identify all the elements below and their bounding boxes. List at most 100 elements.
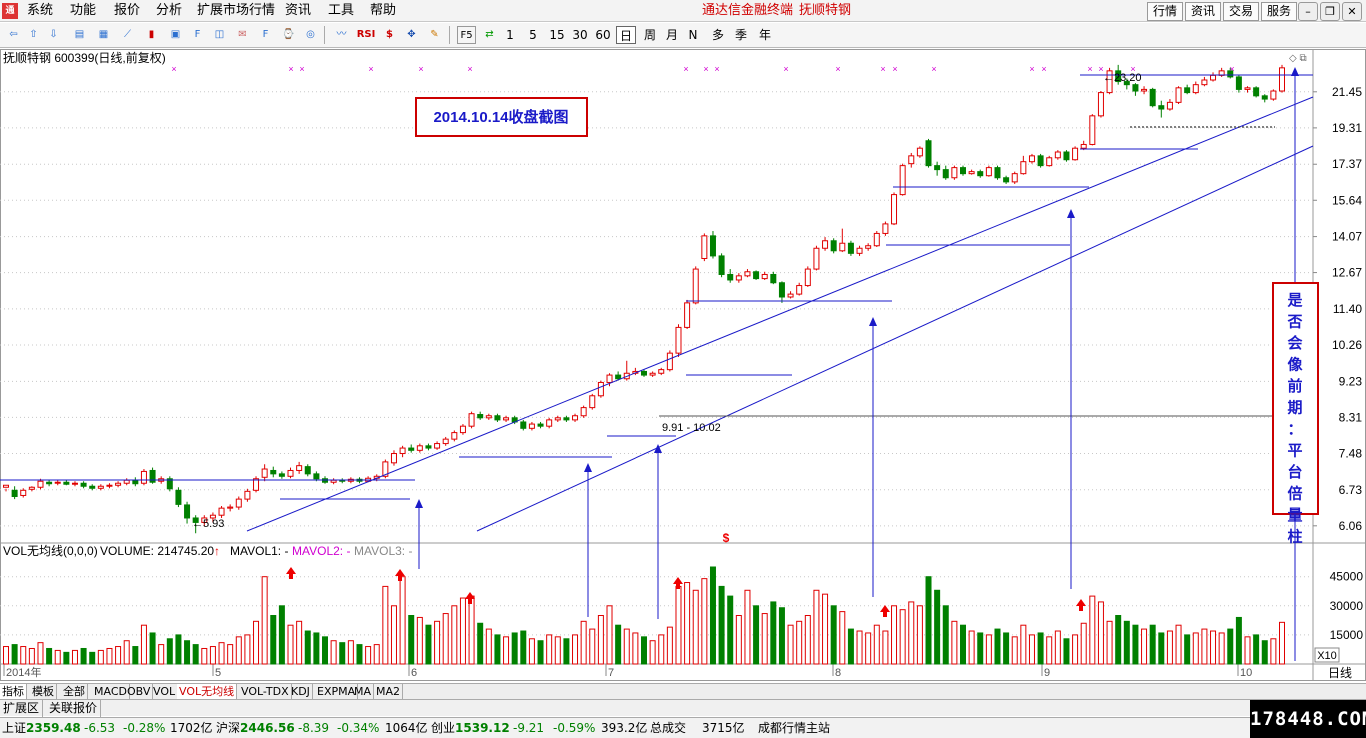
candle-body[interactable] [934,165,941,171]
volume-bar[interactable] [511,632,518,665]
volume-bar[interactable] [459,597,466,665]
period-5min[interactable]: 5 [526,26,540,44]
menu-quote[interactable]: 报价 [114,4,140,18]
volume-bar[interactable] [839,611,846,665]
clock-icon[interactable]: ⌚ [279,26,298,44]
candle-body[interactable] [218,507,225,516]
candle-body[interactable] [804,268,811,287]
menu-system[interactable]: 系统 [27,4,53,18]
candle-body[interactable] [813,247,820,270]
volume-bar[interactable] [304,630,311,665]
candle-body[interactable] [701,235,708,260]
volume-bar[interactable] [356,644,363,665]
line-chart-icon[interactable]: ⟋ [118,26,137,44]
service-button[interactable]: 服务 [1261,2,1297,21]
volume-bar[interactable] [494,634,501,665]
volume-bar[interactable] [434,620,441,665]
info-button[interactable]: 资讯 [1185,2,1221,21]
candle-body[interactable] [132,479,139,485]
volume-bar[interactable] [123,640,130,665]
volume-bar[interactable] [951,620,958,665]
candle-body[interactable] [960,167,966,175]
candle-body[interactable] [951,167,958,179]
sz-index[interactable]: 沪深2446.56 [216,718,295,738]
volume-bar[interactable] [744,589,751,665]
candle-body[interactable] [778,282,785,298]
candle-body[interactable] [563,417,570,421]
candle-body[interactable] [416,445,423,451]
candle-body[interactable] [1166,101,1173,110]
candle-body[interactable] [20,489,27,496]
candle-body[interactable] [408,447,415,451]
candle-body[interactable] [97,485,104,489]
volume-bar[interactable] [770,601,777,665]
candle-body[interactable] [184,504,191,519]
candle-body[interactable] [1210,74,1217,81]
volume-bar[interactable] [977,632,984,665]
candle-body[interactable] [313,473,320,480]
candle-body[interactable] [839,242,846,252]
candle-body[interactable] [856,247,863,254]
volume-bar[interactable] [1244,636,1251,665]
volume-bar[interactable] [1089,595,1096,665]
volume-bar[interactable] [390,605,397,665]
volume-bar[interactable] [365,646,372,665]
volume-bar[interactable] [632,632,639,665]
volume-bar[interactable] [278,605,285,665]
candle-body[interactable] [3,484,9,488]
tab-extension-area[interactable]: 扩展区 [0,700,44,717]
volume-bar[interactable] [649,640,656,665]
f10-icon[interactable]: F [188,26,207,44]
sh-index[interactable]: 上证2359.48 [2,718,81,738]
volume-bar[interactable] [968,630,975,665]
candle-body[interactable] [692,268,699,304]
volume-bar[interactable] [856,630,863,665]
volume-bar[interactable] [994,628,1001,665]
menu-help[interactable]: 帮助 [370,4,396,18]
candle-body[interactable] [589,395,596,409]
move-icon[interactable]: ✥ [402,26,421,44]
volume-bar[interactable] [1106,620,1113,665]
volume-bar[interactable] [1270,638,1277,665]
candle-body[interactable] [520,421,527,429]
candle-body[interactable] [261,468,268,478]
period-quarter[interactable]: 季 [732,26,750,44]
candle-icon[interactable]: ▮ [142,26,161,44]
volume-bar[interactable] [1166,630,1173,665]
quote-button[interactable]: 行情 [1147,2,1183,21]
volume-bar[interactable] [451,605,458,665]
volume-bar[interactable] [97,649,104,665]
doc-icon[interactable]: ✉ [233,26,252,44]
candle-body[interactable] [597,381,604,397]
candle-body[interactable] [1149,88,1156,107]
volume-bar[interactable] [916,605,923,665]
candle-body[interactable] [770,273,777,284]
period-60min[interactable]: 60 [594,26,612,44]
volume-bar[interactable] [347,640,354,665]
volume-bar[interactable] [778,607,785,665]
candle-body[interactable] [278,473,285,477]
volume-bar[interactable] [520,630,527,665]
candle-body[interactable] [1046,157,1053,167]
volume-bar[interactable] [658,634,665,665]
volume-bar[interactable] [1235,616,1242,665]
f5-icon[interactable]: F5 [457,26,476,44]
candle-body[interactable] [830,240,837,252]
candle-body[interactable] [106,484,113,487]
volume-bar[interactable] [1227,628,1234,665]
minimize-icon[interactable]: – [1298,2,1318,21]
volume-bar[interactable] [985,634,992,665]
candle-body[interactable] [1063,151,1070,161]
candle-body[interactable] [796,285,803,295]
candle-body[interactable] [649,372,656,376]
volume-bar[interactable] [71,649,78,665]
candle-body[interactable] [1132,84,1139,92]
volume-bar[interactable] [701,578,708,665]
volume-bar[interactable] [1149,624,1156,665]
volume-bar[interactable] [115,646,122,665]
pencil-icon[interactable]: ✎ [425,26,444,44]
candle-body[interactable] [1175,87,1182,103]
candle-body[interactable] [865,245,872,249]
candle-body[interactable] [1003,177,1010,183]
tab-vol-tdx[interactable]: VOL-TDX [239,684,292,700]
